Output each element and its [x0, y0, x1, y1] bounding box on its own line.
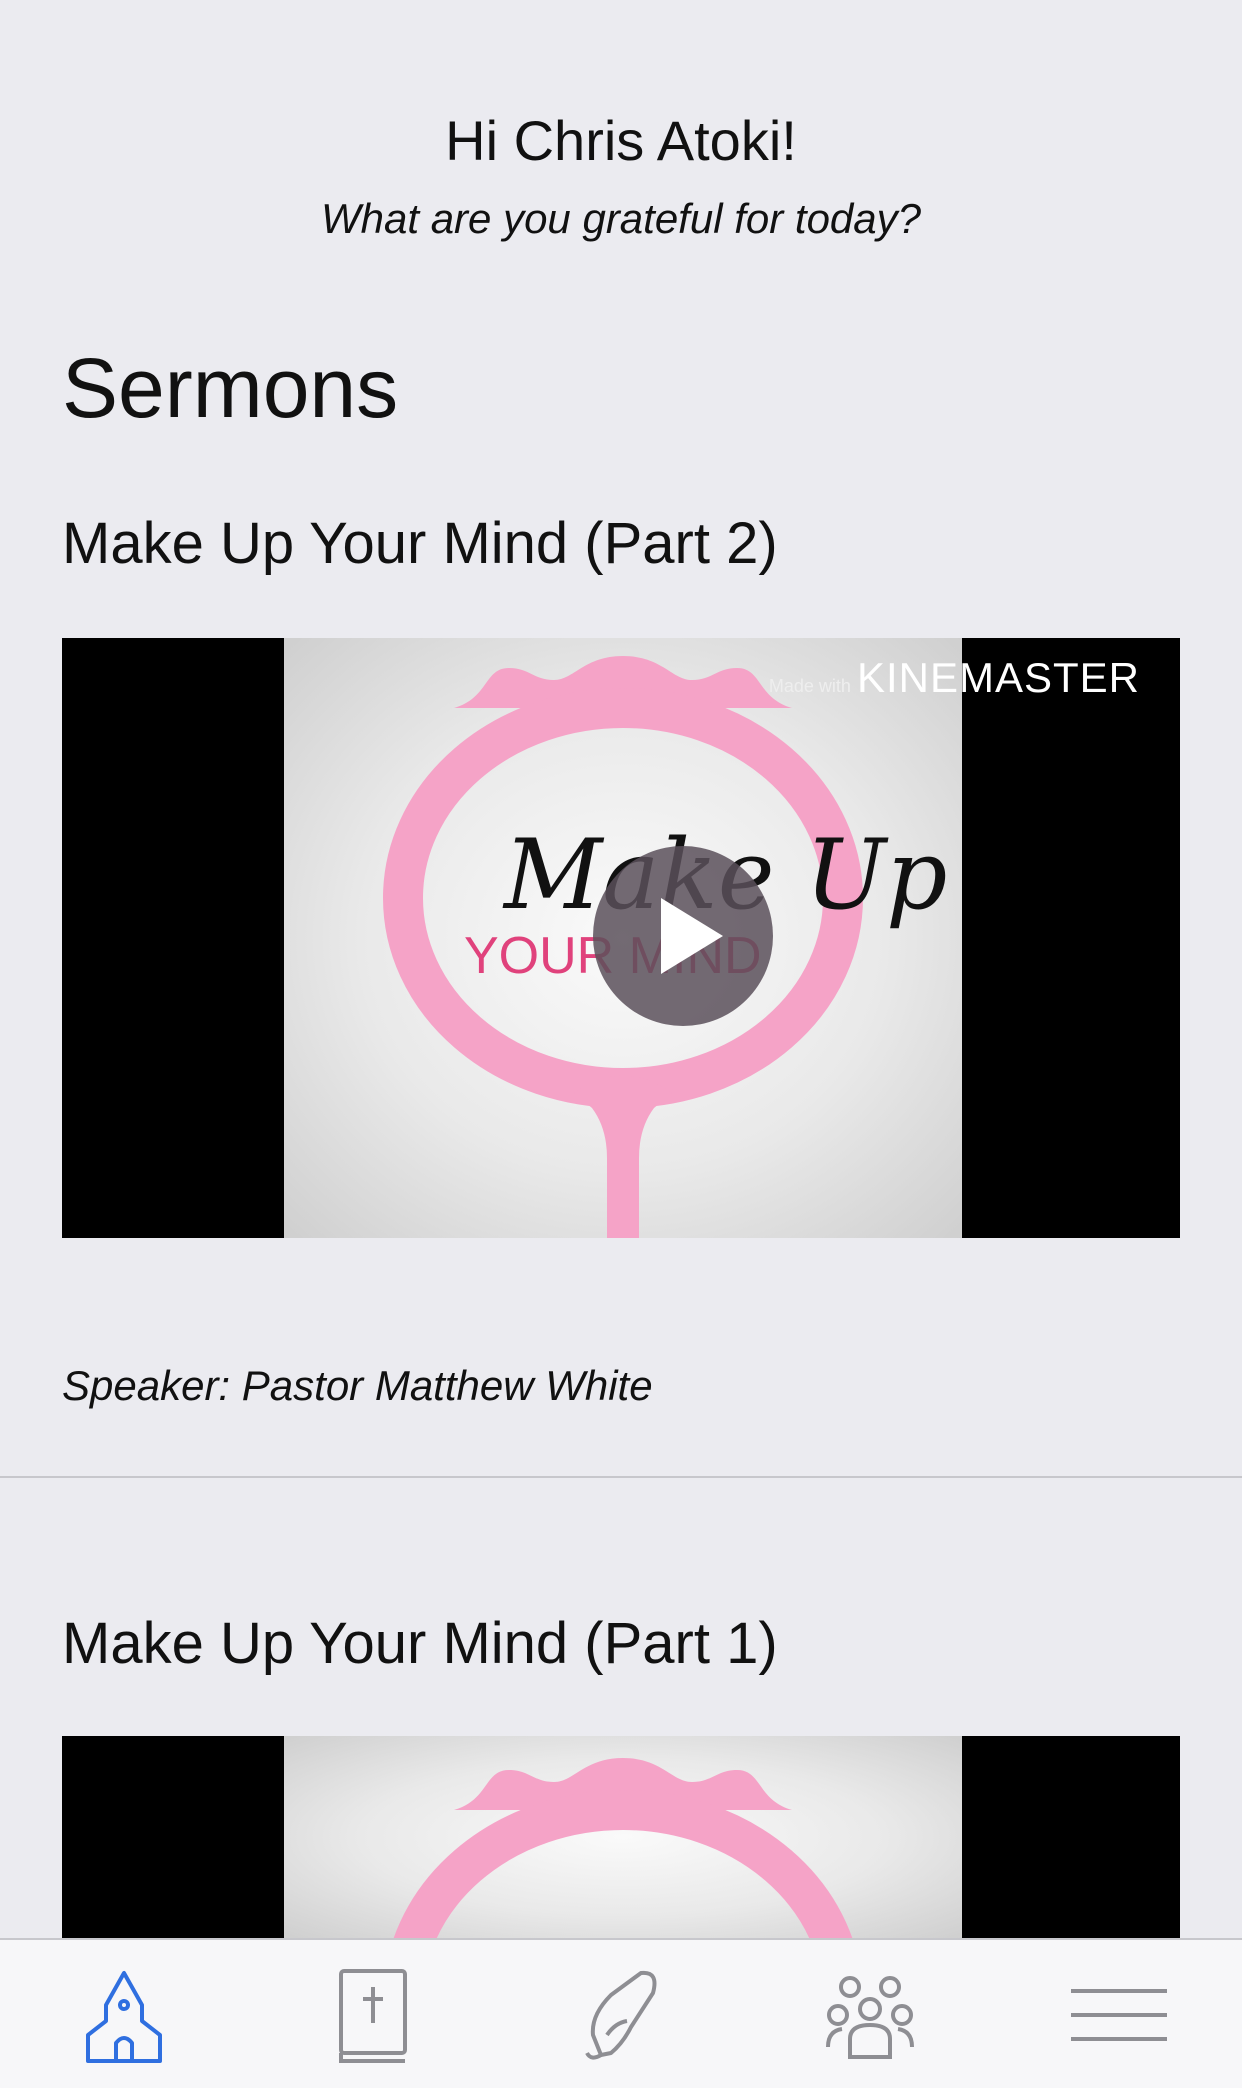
tab-bible[interactable]	[316, 1960, 426, 2070]
watermark-prefix: Made with	[768, 676, 851, 696]
sermon-video[interactable]: Make Up YOUR MIND Made withKINEMASTER	[62, 638, 1180, 1238]
bible-icon	[339, 1969, 407, 2063]
tab-home[interactable]	[69, 1960, 179, 2070]
sermon-title[interactable]: Make Up Your Mind (Part 2)	[62, 510, 778, 577]
watermark: Made with KINEMASTER	[769, 654, 1140, 702]
tab-groups[interactable]	[815, 1960, 925, 2070]
menu-icon	[1071, 1989, 1167, 2041]
video-thumbnail	[284, 1736, 962, 1938]
speaker-label: Speaker: Pastor Matthew White	[62, 1362, 653, 1409]
section-title-sermons: Sermons	[62, 341, 399, 435]
greeting: Hi Chris Atoki!	[445, 109, 797, 172]
sermon-title[interactable]: Make Up Your Mind (Part 1)	[62, 1610, 778, 1677]
tab-bar	[0, 1938, 1242, 2088]
tab-prayer[interactable]	[566, 1960, 676, 2070]
group-icon	[826, 1976, 914, 2059]
sermon-video[interactable]	[62, 1736, 1180, 1938]
watermark-brand: KINEMASTER	[856, 654, 1140, 701]
play-button[interactable]	[593, 846, 773, 1026]
church-icon	[86, 1971, 162, 2063]
divider	[0, 1476, 1242, 1478]
tab-menu[interactable]	[1064, 1960, 1174, 2070]
prayer-hands-icon	[585, 1970, 657, 2060]
gratitude-prompt: What are you grateful for today?	[321, 195, 921, 242]
mirror-graphic	[393, 1758, 853, 1938]
